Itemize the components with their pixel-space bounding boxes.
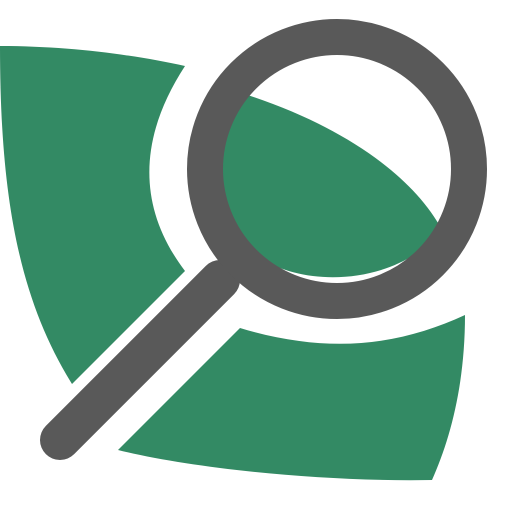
app-icon <box>0 0 512 512</box>
leaf-search-icon <box>0 19 487 481</box>
